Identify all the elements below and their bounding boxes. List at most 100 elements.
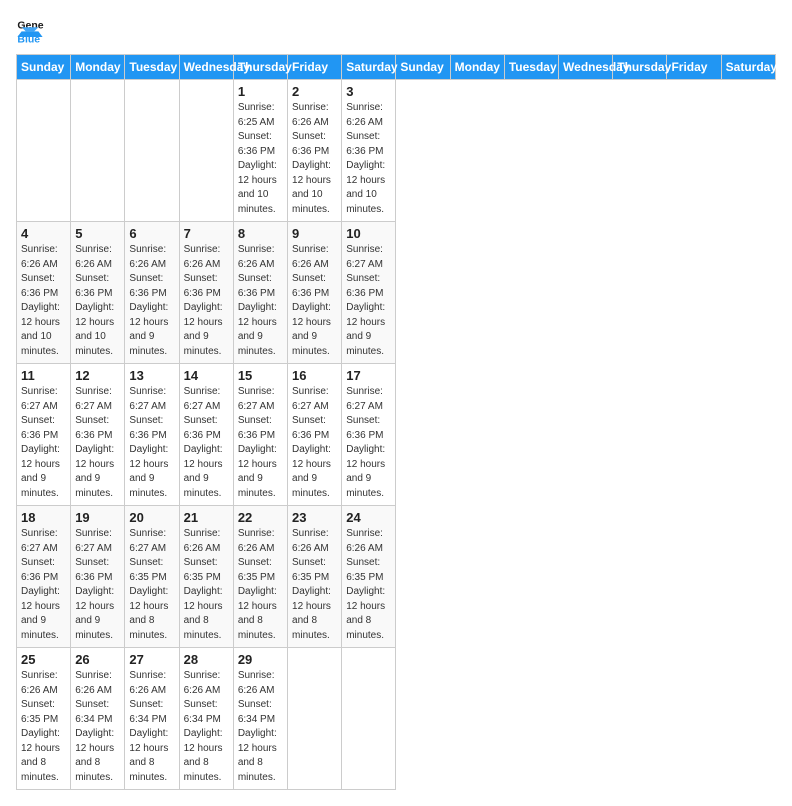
header-thursday: Thursday xyxy=(233,55,287,80)
calendar-cell: 17Sunrise: 6:27 AMSunset: 6:36 PMDayligh… xyxy=(342,364,396,506)
header-sunday: Sunday xyxy=(17,55,71,80)
col-header-thursday: Thursday xyxy=(613,55,667,80)
day-number: 27 xyxy=(129,652,174,667)
day-number: 3 xyxy=(346,84,391,99)
calendar-cell: 5 Sunrise: 6:26 AMSunset: 6:36 PMDaylight… xyxy=(71,222,125,364)
calendar-cell xyxy=(17,80,71,222)
calendar-cell: 16 Sunrise: 6:27 AMSunset: 6:36 PMDayligh… xyxy=(288,364,342,506)
header-monday: Monday xyxy=(71,55,125,80)
day-number: 20 xyxy=(129,510,174,525)
day-info: Sunrise: 6:27 AMSunset: 6:36 PMDaylight:… xyxy=(75,385,120,501)
calendar-week-row: 4 Sunrise: 6:26 AMSunset: 6:36 PMDaylight… xyxy=(17,222,776,364)
calendar-header-row: SundayMondayTuesdayWednesdayThursdayFrid… xyxy=(17,55,776,80)
day-number: 6 xyxy=(129,226,174,241)
day-info: Sunrise: 6:26 AMSunset: 6:35 PMDaylight:… xyxy=(292,527,337,643)
header-saturday: Saturday xyxy=(342,55,396,80)
calendar-cell: 20 Sunrise: 6:27 AMSunset: 6:35 PMDayligh… xyxy=(125,506,179,648)
day-info: Sunrise: 6:26 AMSunset: 6:36 PMDaylight:… xyxy=(292,101,337,217)
calendar-week-row: 11 Sunrise: 6:27 AMSunset: 6:36 PMDayligh… xyxy=(17,364,776,506)
day-number: 14 xyxy=(184,368,229,383)
day-number: 18 xyxy=(21,510,66,525)
day-number: 26 xyxy=(75,652,120,667)
calendar-cell: 22 Sunrise: 6:26 AMSunset: 6:35 PMDayligh… xyxy=(233,506,287,648)
day-number: 16 xyxy=(292,368,337,383)
logo-icon: General Blue xyxy=(16,16,44,44)
day-info: Sunrise: 6:27 AMSunset: 6:36 PMDaylight:… xyxy=(129,385,174,501)
day-info: Sunrise: 6:27 AMSunset: 6:36 PMDaylight:… xyxy=(292,385,337,501)
day-number: 19 xyxy=(75,510,120,525)
day-info: Sunrise: 6:25 AMSunset: 6:36 PMDaylight:… xyxy=(238,101,283,217)
calendar-cell: 25 Sunrise: 6:26 AMSunset: 6:35 PMDayligh… xyxy=(17,648,71,790)
calendar-cell: 7 Sunrise: 6:26 AMSunset: 6:36 PMDaylight… xyxy=(179,222,233,364)
calendar-cell: 23Sunrise: 6:26 AMSunset: 6:35 PMDayligh… xyxy=(288,506,342,648)
calendar-cell: 21 Sunrise: 6:26 AMSunset: 6:35 PMDayligh… xyxy=(179,506,233,648)
day-number: 1 xyxy=(238,84,283,99)
day-info: Sunrise: 6:26 AMSunset: 6:36 PMDaylight:… xyxy=(75,243,120,359)
calendar-cell: 6 Sunrise: 6:26 AMSunset: 6:36 PMDaylight… xyxy=(125,222,179,364)
calendar-cell: 9 Sunrise: 6:26 AMSunset: 6:36 PMDaylight… xyxy=(288,222,342,364)
day-info: Sunrise: 6:26 AMSunset: 6:35 PMDaylight:… xyxy=(346,527,391,643)
calendar-cell xyxy=(125,80,179,222)
calendar-cell: 2 Sunrise: 6:26 AMSunset: 6:36 PMDaylight… xyxy=(288,80,342,222)
calendar-cell: 29 Sunrise: 6:26 AMSunset: 6:34 PMDayligh… xyxy=(233,648,287,790)
header-friday: Friday xyxy=(288,55,342,80)
day-number: 21 xyxy=(184,510,229,525)
calendar-cell: 15 Sunrise: 6:27 AMSunset: 6:36 PMDayligh… xyxy=(233,364,287,506)
day-info: Sunrise: 6:27 AMSunset: 6:35 PMDaylight:… xyxy=(129,527,174,643)
calendar-cell: 10 Sunrise: 6:27 AMSunset: 6:36 PMDayligh… xyxy=(342,222,396,364)
calendar-cell: 11 Sunrise: 6:27 AMSunset: 6:36 PMDayligh… xyxy=(17,364,71,506)
col-header-monday: Monday xyxy=(450,55,504,80)
calendar-cell xyxy=(71,80,125,222)
day-number: 10 xyxy=(346,226,391,241)
calendar-week-row: 18Sunrise: 6:27 AMSunset: 6:36 PMDayligh… xyxy=(17,506,776,648)
day-number: 9 xyxy=(292,226,337,241)
day-info: Sunrise: 6:26 AMSunset: 6:34 PMDaylight:… xyxy=(184,669,229,785)
day-info: Sunrise: 6:26 AMSunset: 6:35 PMDaylight:… xyxy=(184,527,229,643)
calendar-cell: 19Sunrise: 6:27 AMSunset: 6:36 PMDayligh… xyxy=(71,506,125,648)
calendar-cell: 12 Sunrise: 6:27 AMSunset: 6:36 PMDayligh… xyxy=(71,364,125,506)
day-number: 5 xyxy=(75,226,120,241)
col-header-friday: Friday xyxy=(667,55,721,80)
svg-text:Blue: Blue xyxy=(17,34,40,44)
day-number: 25 xyxy=(21,652,66,667)
page-header: General Blue xyxy=(16,16,776,44)
day-number: 4 xyxy=(21,226,66,241)
day-info: Sunrise: 6:26 AMSunset: 6:36 PMDaylight:… xyxy=(184,243,229,359)
calendar-cell: 8 Sunrise: 6:26 AMSunset: 6:36 PMDaylight… xyxy=(233,222,287,364)
day-number: 24 xyxy=(346,510,391,525)
day-number: 15 xyxy=(238,368,283,383)
calendar-week-row: 25 Sunrise: 6:26 AMSunset: 6:35 PMDayligh… xyxy=(17,648,776,790)
calendar-cell: 3 Sunrise: 6:26 AMSunset: 6:36 PMDaylight… xyxy=(342,80,396,222)
calendar-cell: 4 Sunrise: 6:26 AMSunset: 6:36 PMDaylight… xyxy=(17,222,71,364)
day-info: Sunrise: 6:26 AMSunset: 6:34 PMDaylight:… xyxy=(129,669,174,785)
calendar-week-row: 1 Sunrise: 6:25 AMSunset: 6:36 PMDaylight… xyxy=(17,80,776,222)
calendar-cell: 24 Sunrise: 6:26 AMSunset: 6:35 PMDayligh… xyxy=(342,506,396,648)
day-number: 12 xyxy=(75,368,120,383)
day-info: Sunrise: 6:27 AMSunset: 6:36 PMDaylight:… xyxy=(21,385,66,501)
day-number: 22 xyxy=(238,510,283,525)
day-number: 8 xyxy=(238,226,283,241)
col-header-sunday: Sunday xyxy=(396,55,450,80)
day-number: 7 xyxy=(184,226,229,241)
day-info: Sunrise: 6:26 AMSunset: 6:34 PMDaylight:… xyxy=(238,669,283,785)
calendar-cell: 27 Sunrise: 6:26 AMSunset: 6:34 PMDayligh… xyxy=(125,648,179,790)
day-number: 2 xyxy=(292,84,337,99)
day-number: 29 xyxy=(238,652,283,667)
day-info: Sunrise: 6:27 AMSunset: 6:36 PMDaylight:… xyxy=(346,243,391,359)
day-number: 11 xyxy=(21,368,66,383)
calendar-cell: 18Sunrise: 6:27 AMSunset: 6:36 PMDayligh… xyxy=(17,506,71,648)
col-header-saturday: Saturday xyxy=(721,55,775,80)
day-info: Sunrise: 6:26 AMSunset: 6:36 PMDaylight:… xyxy=(238,243,283,359)
day-info: Sunrise: 6:26 AMSunset: 6:35 PMDaylight:… xyxy=(21,669,66,785)
day-info: Sunrise: 6:26 AMSunset: 6:36 PMDaylight:… xyxy=(21,243,66,359)
calendar-cell: 28 Sunrise: 6:26 AMSunset: 6:34 PMDayligh… xyxy=(179,648,233,790)
day-info: Sunrise: 6:26 AMSunset: 6:36 PMDaylight:… xyxy=(346,101,391,217)
day-number: 13 xyxy=(129,368,174,383)
day-number: 28 xyxy=(184,652,229,667)
day-info: Sunrise: 6:26 AMSunset: 6:36 PMDaylight:… xyxy=(292,243,337,359)
day-info: Sunrise: 6:27 AMSunset: 6:36 PMDaylight:… xyxy=(238,385,283,501)
day-info: Sunrise: 6:26 AMSunset: 6:35 PMDaylight:… xyxy=(238,527,283,643)
day-info: Sunrise: 6:27 AMSunset: 6:36 PMDaylight:… xyxy=(184,385,229,501)
header-tuesday: Tuesday xyxy=(125,55,179,80)
day-info: Sunrise: 6:26 AMSunset: 6:36 PMDaylight:… xyxy=(129,243,174,359)
